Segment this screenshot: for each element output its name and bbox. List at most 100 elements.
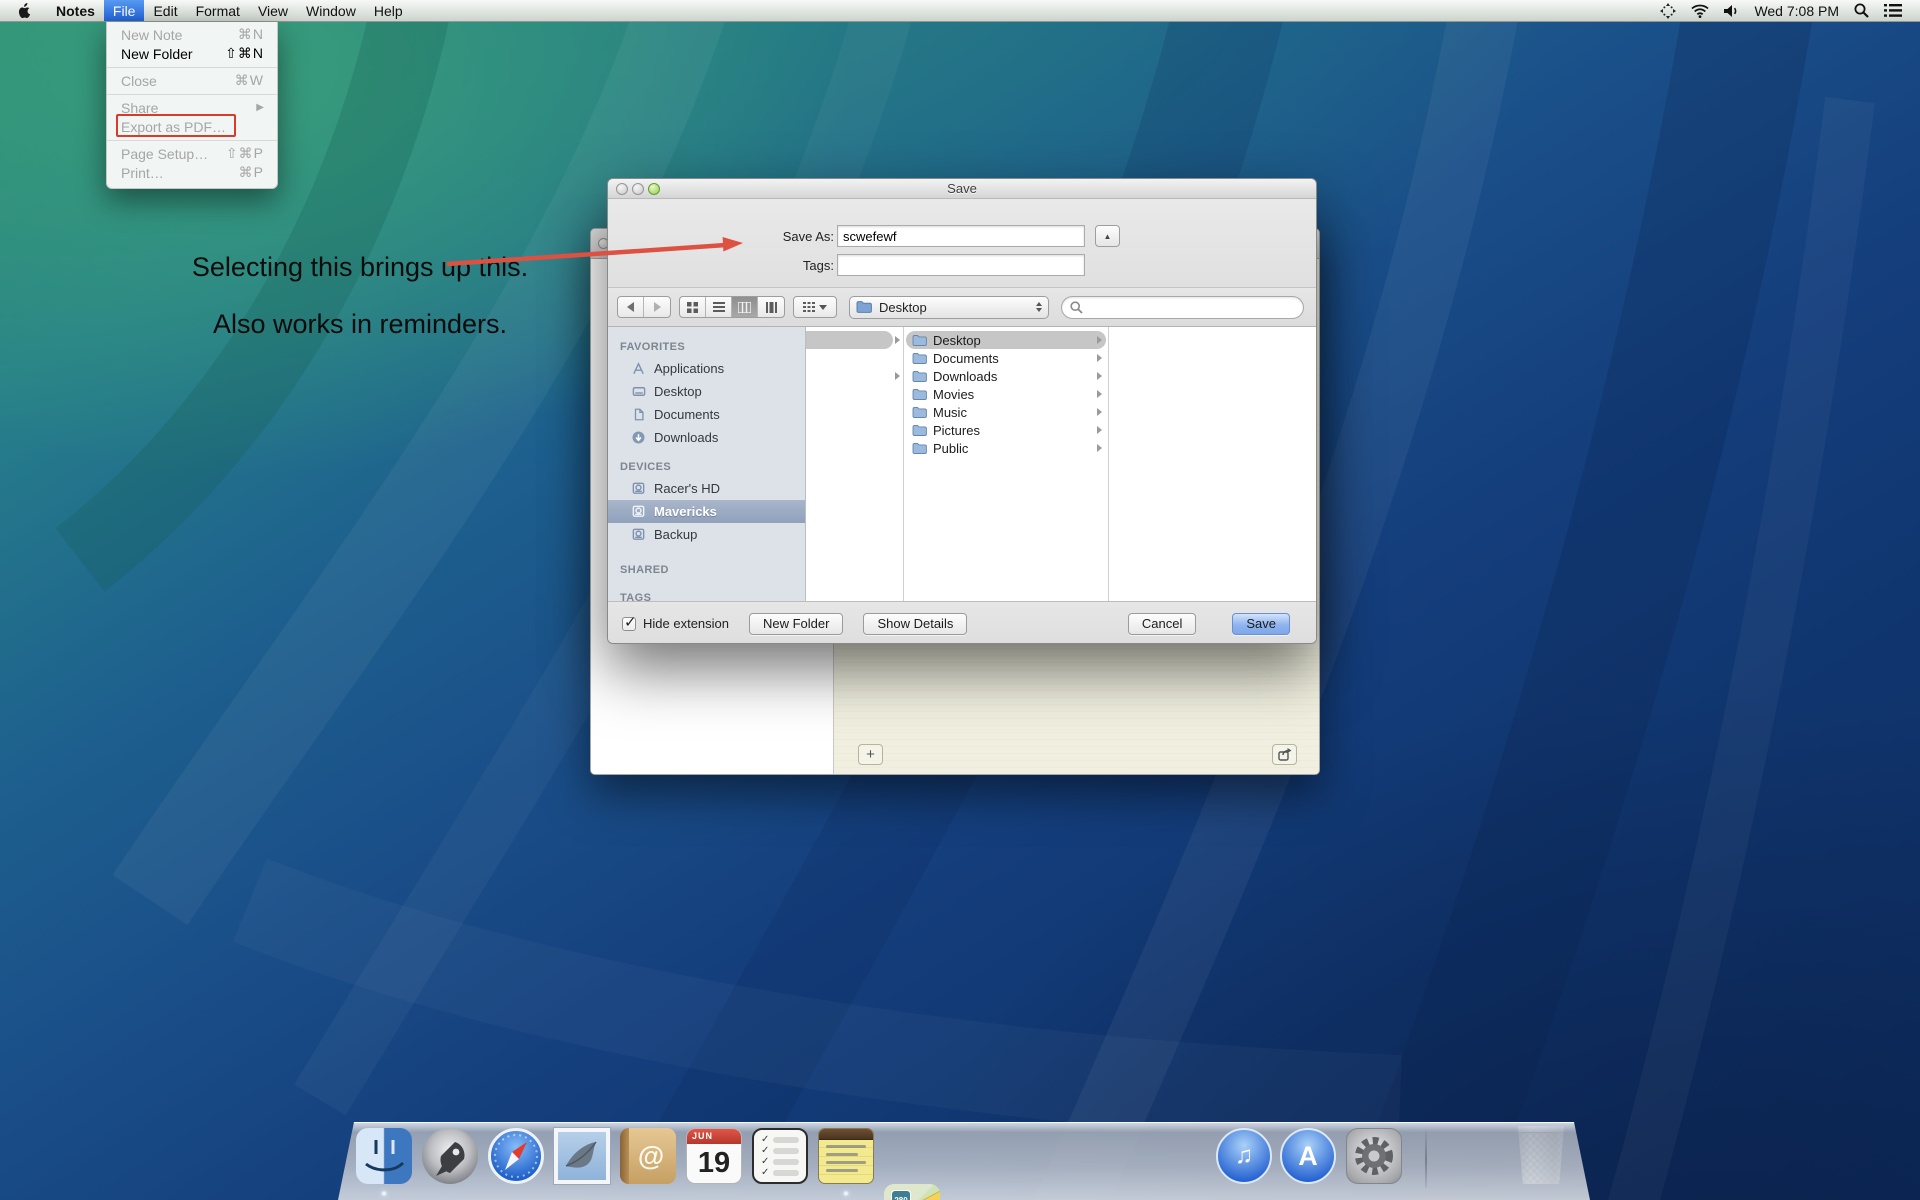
- hard-drive-icon: [630, 527, 647, 542]
- zoom-button[interactable]: [648, 183, 660, 195]
- sidebar-item-racers-hd[interactable]: Racer's HD: [608, 477, 805, 500]
- sidebar-item-downloads[interactable]: Downloads: [608, 426, 805, 449]
- dock-icon-maps[interactable]: 280: [884, 1184, 940, 1200]
- sidebar-item-backup[interactable]: Backup: [608, 523, 805, 546]
- share-note-button[interactable]: [1272, 744, 1297, 765]
- folder-icon: [912, 442, 928, 455]
- tags-header: TAGS: [608, 588, 805, 601]
- volume-icon[interactable]: [1724, 4, 1739, 18]
- save-dialog-header: Save As: ▲ Tags:: [608, 199, 1316, 287]
- devices-header: DEVICES: [608, 457, 805, 477]
- save-button[interactable]: Save: [1232, 613, 1290, 635]
- folder-icon: [912, 406, 928, 419]
- gear-icon: [1352, 1134, 1396, 1178]
- folder-row-music[interactable]: Music: [906, 403, 1106, 421]
- show-details-button[interactable]: Show Details: [863, 613, 967, 635]
- menu-item-share[interactable]: Share ▶: [107, 98, 277, 117]
- folder-icon: [912, 370, 928, 383]
- folder-row-public[interactable]: Public: [906, 439, 1106, 457]
- dock-icon-launchpad[interactable]: [422, 1128, 478, 1184]
- folder-row-documents[interactable]: Documents: [906, 349, 1106, 367]
- save-dialog-titlebar[interactable]: Save: [608, 179, 1316, 199]
- tags-label: Tags:: [738, 258, 834, 273]
- back-button[interactable]: [618, 297, 644, 317]
- calendar-day: 19: [687, 1144, 741, 1182]
- notification-center-icon[interactable]: [1884, 4, 1902, 17]
- menubar-app-name[interactable]: Notes: [47, 0, 104, 21]
- menu-item-print[interactable]: Print… ⌘P: [107, 163, 277, 182]
- menubar-item-window[interactable]: Window: [297, 0, 365, 21]
- search-field[interactable]: [1061, 296, 1304, 319]
- dock-icon-finder[interactable]: [356, 1128, 412, 1184]
- dock-icon-itunes[interactable]: ♫: [1216, 1128, 1272, 1184]
- dock-icon-notes[interactable]: [818, 1128, 874, 1184]
- menubar-clock[interactable]: Wed 7:08 PM: [1754, 3, 1839, 19]
- folder-row-pictures[interactable]: Pictures: [906, 421, 1106, 439]
- disclosure-icon: [1097, 390, 1102, 398]
- parent-selected-row[interactable]: [806, 331, 893, 349]
- minimize-button-disabled[interactable]: [632, 183, 644, 195]
- file-menu-dropdown: New Note ⌘N New Folder ⇧⌘N Close ⌘W Shar…: [106, 22, 278, 189]
- dock-icon-app-store[interactable]: A: [1280, 1128, 1336, 1184]
- menu-item-new-folder[interactable]: New Folder ⇧⌘N: [107, 44, 277, 63]
- expand-dialog-button[interactable]: ▲: [1095, 225, 1120, 247]
- add-note-button[interactable]: +: [858, 744, 883, 765]
- menu-item-export-as-pdf[interactable]: Export as PDF…: [107, 117, 277, 136]
- location-popup[interactable]: Desktop: [849, 296, 1049, 319]
- disclosure-icon: [1097, 426, 1102, 434]
- applications-icon: [630, 361, 647, 376]
- close-button-disabled[interactable]: [616, 183, 628, 195]
- menu-item-close[interactable]: Close ⌘W: [107, 71, 277, 90]
- menu-item-page-setup[interactable]: Page Setup… ⇧⌘P: [107, 144, 277, 163]
- hide-extension-checkbox[interactable]: ✓ Hide extension: [622, 616, 729, 631]
- dock-icon-mail[interactable]: [554, 1128, 610, 1184]
- apple-menu[interactable]: [0, 0, 47, 21]
- calendar-month: JUN: [687, 1129, 741, 1144]
- menubar-item-view[interactable]: View: [249, 0, 297, 21]
- save-as-input[interactable]: [837, 225, 1085, 247]
- menu-item-new-note[interactable]: New Note ⌘N: [107, 25, 277, 44]
- browser-column-parent[interactable]: [806, 327, 904, 601]
- browser-column-folders[interactable]: Desktop Documents Downloads Movies Music: [904, 327, 1109, 601]
- annotation-line1: Selecting this brings up this.: [140, 252, 580, 283]
- column-view-button-selected[interactable]: [732, 297, 758, 317]
- dock-icon-system-preferences[interactable]: [1346, 1128, 1402, 1184]
- tags-input[interactable]: [837, 254, 1085, 276]
- menubar-item-edit[interactable]: Edit: [144, 0, 186, 21]
- dock-icon-calendar[interactable]: JUN 19: [686, 1128, 742, 1184]
- menubar-item-help[interactable]: Help: [365, 0, 412, 21]
- menubar-item-format[interactable]: Format: [187, 0, 249, 21]
- music-note-glyph: ♫: [1235, 1142, 1253, 1170]
- menubar-item-file[interactable]: File: [104, 0, 145, 21]
- sidebar-item-desktop[interactable]: Desktop: [608, 380, 805, 403]
- cancel-button[interactable]: Cancel: [1128, 613, 1196, 635]
- shared-header: SHARED: [608, 560, 805, 580]
- dock-divider: [1425, 1130, 1427, 1188]
- wifi-icon[interactable]: [1691, 4, 1709, 18]
- four-arrows-icon[interactable]: [1660, 3, 1676, 19]
- dock-icon-reminders[interactable]: ✓ ✓ ✓ ✓: [752, 1128, 808, 1184]
- forward-button[interactable]: [644, 297, 670, 317]
- dock-icon-safari[interactable]: [488, 1128, 544, 1184]
- spotlight-icon[interactable]: [1854, 3, 1869, 18]
- new-folder-button[interactable]: New Folder: [749, 613, 843, 635]
- list-view-button[interactable]: [706, 297, 732, 317]
- folder-row-desktop-selected[interactable]: Desktop: [906, 331, 1106, 349]
- action-menu-button[interactable]: [793, 296, 837, 318]
- sidebar-item-documents[interactable]: Documents: [608, 403, 805, 426]
- icon-view-button[interactable]: [680, 297, 706, 317]
- coverflow-view-button[interactable]: [758, 297, 784, 317]
- save-as-label: Save As:: [738, 229, 834, 244]
- sidebar-item-mavericks-selected[interactable]: Mavericks: [608, 500, 805, 523]
- folder-row-downloads[interactable]: Downloads: [906, 367, 1106, 385]
- checkbox-checked-icon[interactable]: ✓: [622, 617, 636, 631]
- search-input[interactable]: [1088, 300, 1295, 315]
- browser-column-empty[interactable]: [1109, 327, 1316, 601]
- annotation-text: Selecting this brings up this. Also work…: [140, 252, 580, 340]
- document-icon: [630, 407, 647, 422]
- sidebar-item-applications[interactable]: Applications: [608, 357, 805, 380]
- dropdown-arrow-icon: [819, 305, 827, 310]
- dock-icon-contacts[interactable]: @: [620, 1128, 676, 1184]
- folder-row-movies[interactable]: Movies: [906, 385, 1106, 403]
- apple-icon: [16, 2, 31, 19]
